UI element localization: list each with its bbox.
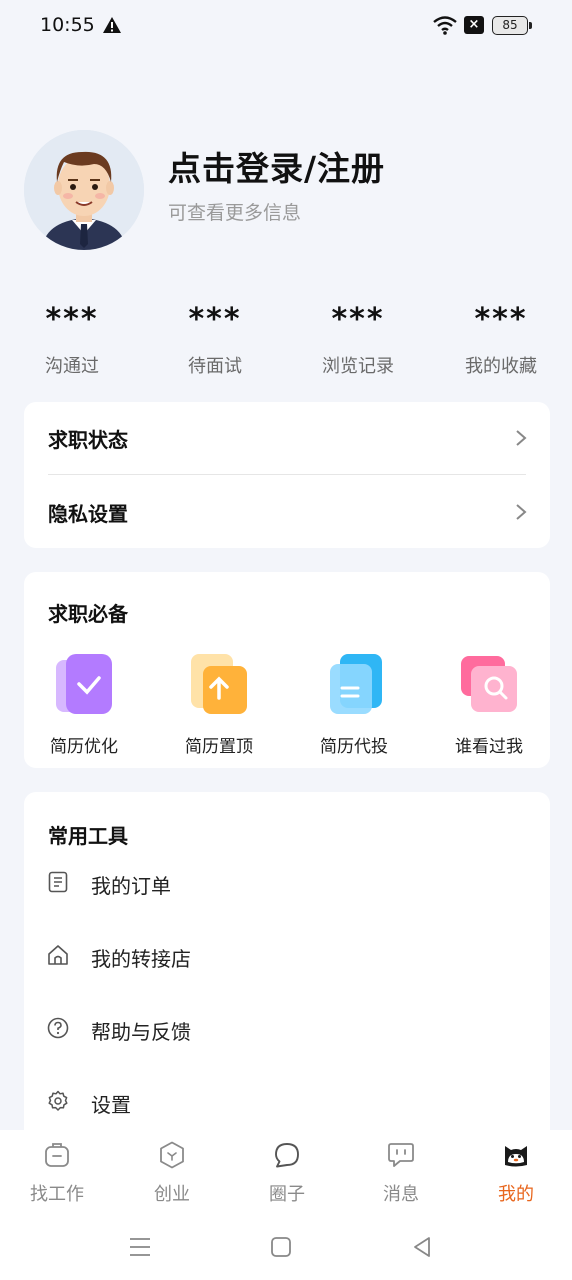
- stat-label: 待面试: [188, 356, 242, 377]
- tab-label: 消息: [383, 1184, 419, 1205]
- tab-label: 创业: [154, 1184, 190, 1205]
- tool-label: 简历优化: [50, 737, 118, 757]
- resume-top-icon: [191, 654, 247, 714]
- privacy-settings-row[interactable]: 隐私设置: [24, 476, 550, 548]
- home-square-icon[interactable]: [268, 1234, 294, 1260]
- avatar-man-icon[interactable]: [24, 130, 144, 250]
- menu-icon[interactable]: [127, 1234, 153, 1260]
- tab-messages[interactable]: 消息: [351, 1140, 451, 1206]
- status-time: 10:55: [40, 14, 95, 36]
- tool-label: 简历置顶: [185, 737, 253, 757]
- section-title: 常用工具: [48, 824, 128, 848]
- stat-favorites[interactable]: *** 我的收藏: [436, 296, 566, 378]
- resume-optimize-icon: [56, 654, 112, 714]
- stat-history[interactable]: *** 浏览记录: [293, 296, 423, 378]
- tool-label: 谁看过我: [455, 737, 523, 757]
- login-subtitle: 可查看更多信息: [168, 202, 302, 224]
- stat-value: ***: [331, 302, 385, 337]
- tool-label: 简历代投: [320, 737, 388, 757]
- close-box-icon: ×: [464, 16, 484, 34]
- resume-optimize-item[interactable]: 简历优化: [24, 652, 144, 757]
- job-status-row[interactable]: 求职状态: [24, 402, 550, 474]
- stat-value: ***: [474, 302, 528, 337]
- message-icon: [388, 1143, 414, 1167]
- resume-top-item[interactable]: 简历置顶: [159, 652, 279, 757]
- settings-row[interactable]: 设置: [24, 1073, 550, 1129]
- who-viewed-me-item[interactable]: 谁看过我: [429, 652, 549, 757]
- chevron-right-icon: [516, 430, 527, 446]
- job-status-label: 求职状态: [48, 428, 128, 452]
- list-label: 我的订单: [91, 874, 171, 898]
- tab-label: 圈子: [269, 1184, 305, 1205]
- tab-find-job[interactable]: 找工作: [7, 1140, 107, 1206]
- stat-value: ***: [188, 302, 242, 337]
- briefcase-icon: [45, 1143, 69, 1167]
- tab-label: 找工作: [30, 1184, 84, 1205]
- chevron-right-icon: [516, 504, 527, 520]
- tab-startup[interactable]: 创业: [122, 1140, 222, 1206]
- list-label: 设置: [91, 1093, 131, 1117]
- job-essentials-card: 求职必备 简历优化 简历置顶 简历代投 谁看过我: [24, 572, 550, 768]
- stat-chatted[interactable]: *** 沟通过: [7, 296, 137, 378]
- stat-value: ***: [45, 302, 99, 337]
- shop-icon: [48, 945, 68, 965]
- wifi-icon: [433, 16, 457, 35]
- help-feedback-row[interactable]: 帮助与反馈: [24, 1000, 550, 1056]
- tab-label: 我的: [498, 1184, 534, 1205]
- startup-icon: [160, 1141, 184, 1169]
- section-title: 求职必备: [48, 602, 128, 626]
- chat-bubble-icon: [275, 1143, 299, 1168]
- settings-card: 求职状态 隐私设置: [24, 402, 550, 548]
- list-label: 帮助与反馈: [91, 1020, 191, 1044]
- common-tools-card: 常用工具 我的订单 我的转接店 帮助与反馈 设置: [24, 792, 550, 1152]
- bottom-tab-bar: 找工作 创业 圈子 消息 我的: [0, 1130, 572, 1216]
- tab-circle[interactable]: 圈子: [237, 1140, 337, 1206]
- help-icon: [47, 1017, 69, 1039]
- stats-row: *** 沟通过 *** 待面试 *** 浏览记录 *** 我的收藏: [0, 296, 572, 386]
- login-register-link[interactable]: 点击登录/注册: [168, 142, 385, 190]
- stat-pending-interview[interactable]: *** 待面试: [150, 296, 280, 378]
- my-transfer-shop-row[interactable]: 我的转接店: [24, 927, 550, 983]
- warning-icon: [103, 17, 121, 33]
- system-nav-bar: [0, 1216, 572, 1280]
- stat-label: 沟通过: [45, 356, 99, 377]
- resume-delivery-icon: [330, 654, 382, 714]
- who-viewed-me-icon: [461, 656, 517, 712]
- stat-label: 浏览记录: [322, 356, 394, 377]
- cat-profile-icon: [505, 1146, 527, 1167]
- back-triangle-icon[interactable]: [409, 1234, 435, 1260]
- divider: [48, 474, 526, 475]
- order-icon: [48, 871, 68, 893]
- list-label: 我的转接店: [91, 947, 191, 971]
- resume-delivery-item[interactable]: 简历代投: [294, 652, 414, 757]
- my-orders-row[interactable]: 我的订单: [24, 854, 550, 910]
- battery-icon: 85: [492, 16, 532, 35]
- gear-icon: [48, 1090, 68, 1111]
- stat-label: 我的收藏: [465, 356, 537, 377]
- privacy-settings-label: 隐私设置: [48, 502, 128, 526]
- tab-mine[interactable]: 我的: [466, 1140, 566, 1206]
- status-bar: 10:55 × 85: [0, 0, 572, 52]
